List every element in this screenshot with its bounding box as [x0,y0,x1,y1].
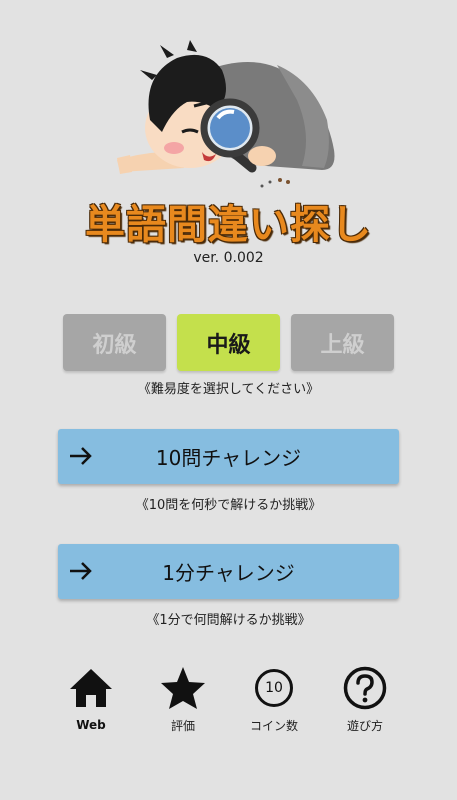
ten-question-challenge-hint: 《10問を何秒で解けるか挑戦》 [135,498,322,513]
question-icon [343,666,387,709]
arrow-right-icon [70,447,92,465]
nav-web-label: Web [76,718,106,732]
star-icon [161,666,205,709]
level-advanced-button[interactable]: 上級 [291,314,394,371]
nav-rate-label: 評価 [170,719,195,733]
app-title: 単語間違い探し [85,201,372,248]
home-icon [70,669,112,707]
coin-count: 10 [265,679,283,696]
ten-question-challenge-label: 10問チャレンジ [155,446,302,470]
detective-illustration [117,40,335,188]
one-minute-challenge-button[interactable]: 1分チャレンジ [58,544,399,599]
coin-icon: 10 [255,668,293,707]
level-beginner-button[interactable]: 初級 [63,314,166,371]
nav-howto[interactable]: 遊び方 [325,664,405,734]
nav-rate[interactable]: 評価 [143,664,223,734]
arrow-right-icon [70,562,92,580]
one-minute-challenge-hint: 《1分で何問解けるか挑戦》 [146,613,311,628]
version-label: ver. 0.002 [193,250,264,266]
nav-coins-label: コイン数 [249,719,298,733]
nav-howto-label: 遊び方 [346,719,383,733]
ten-question-challenge-button[interactable]: 10問チャレンジ [58,429,399,484]
level-intermediate-button[interactable]: 中級 [177,314,280,371]
nav-coins[interactable]: 10 コイン数 [234,664,314,734]
nav-web[interactable]: Web [51,664,131,734]
one-minute-challenge-label: 1分チャレンジ [162,561,295,585]
level-hint: 《難易度を選択してください》 [137,382,320,397]
